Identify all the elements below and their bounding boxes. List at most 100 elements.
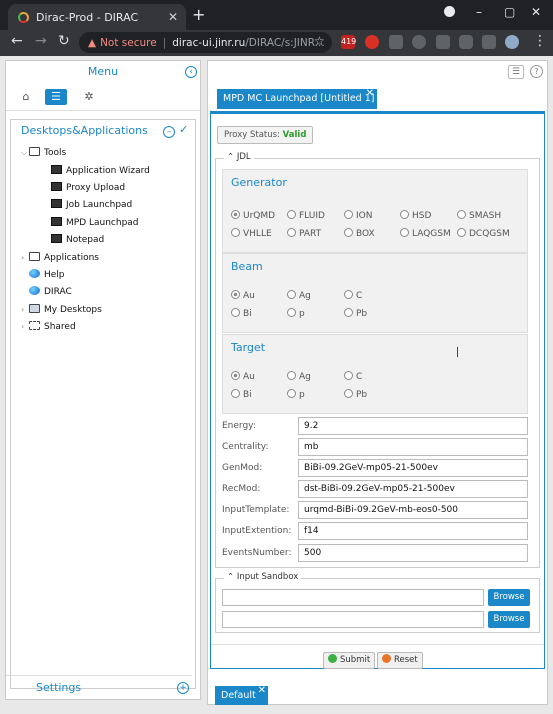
radio-beam-bi[interactable]: Bi [231,308,252,319]
tree-label: Proxy Upload [66,183,126,193]
collapsed-arrow-icon[interactable]: › [21,322,29,331]
collapsed-arrow-icon[interactable]: › [21,253,29,262]
list-options-icon[interactable]: ☰ [508,65,524,79]
radio-smash[interactable]: SMASH [457,210,501,221]
browser-toolbar: ← → ↻ ▲ Not secure | dirac-ui.jinr.ru /D… [0,30,553,56]
close-tab-icon[interactable]: ✕ [366,84,374,104]
window-maximize-button[interactable]: ▢ [504,5,515,19]
address-bar[interactable]: ▲ Not secure | dirac-ui.jinr.ru /DIRAC/s… [79,32,332,53]
proxy-status-button[interactable]: Proxy Status: Valid [217,126,314,144]
globe-icon [29,269,40,278]
radio-target-pb[interactable]: Pb [344,389,367,400]
jdl-legend[interactable]: ⌃ JDL [224,152,254,162]
radio-beam-au[interactable]: Au [231,290,255,301]
radio-target-p[interactable]: p [287,389,305,400]
desktop-tab-default[interactable]: Default ✕ [215,685,268,705]
radio-beam-pb[interactable]: Pb [344,308,367,319]
profile-avatar-icon[interactable] [505,35,519,49]
submit-button[interactable]: Submit [323,652,376,669]
tree-item-notepad[interactable]: Notepad [51,234,104,245]
adblock-extension-icon[interactable] [365,35,379,49]
energy-input[interactable]: 9.2 [298,417,528,435]
centrality-input[interactable]: mb [298,438,528,456]
recmod-input[interactable]: dst-BiBi-09.2GeV-mp05-21-500ev [298,480,528,498]
radio-vhlle[interactable]: VHLLE [231,228,272,239]
browse-button-2[interactable]: Browse [488,611,530,628]
tree-item-help[interactable]: Help [29,269,65,280]
keyboard-extension-icon[interactable] [436,35,450,49]
puzzle-extensions-icon[interactable] [482,35,496,49]
tree-item-my-desktops[interactable]: › My Desktops [21,304,102,315]
checkmark-icon[interactable]: ✓ [179,123,188,136]
radio-hsd[interactable]: HSD [400,210,431,221]
back-icon[interactable]: ← [11,33,23,49]
profile-dot-icon[interactable] [444,6,455,20]
clock-extension-icon[interactable] [412,35,426,49]
kebab-menu-icon[interactable]: ⋮ [533,33,547,49]
collapsed-arrow-icon[interactable]: › [21,305,29,314]
radio-target-bi[interactable]: Bi [231,389,252,400]
radio-target-au[interactable]: Au [231,371,255,382]
address-separator: | [162,36,167,49]
sandbox-file-input-1[interactable] [222,589,484,606]
radio-laqgsm[interactable]: LAQGSM [400,228,451,239]
radio-part[interactable]: PART [287,228,321,239]
radio-ion[interactable]: ION [344,210,372,221]
radio-fluid[interactable]: FLUID [287,210,325,221]
radio-target-c[interactable]: C [344,371,362,382]
window-minimize-button[interactable]: – [476,5,482,19]
tree-item-mpd-launchpad[interactable]: MPD Launchpad [51,217,139,228]
radio-icon [457,210,466,219]
help-icon[interactable]: ? [530,65,543,78]
tree-item-applications[interactable]: › Applications [21,252,99,263]
new-tab-button[interactable]: + [192,5,205,24]
terminal-icon [51,199,62,208]
menu-tabs: ⌂ ☰ ✲ [6,83,200,111]
browser-tab[interactable]: Dirac-Prod - DIRAC ✕ [8,4,186,30]
radio-beam-p[interactable]: p [287,308,305,319]
reset-button[interactable]: Reset [377,652,423,669]
tree-item-shared[interactable]: › Shared [21,321,76,332]
gear-icon[interactable]: ✲ [78,89,100,105]
tree-item-application-wizard[interactable]: Application Wizard [51,165,150,176]
input-sandbox-legend[interactable]: ⌃ Input Sandbox [224,572,302,582]
list-view-icon[interactable]: ☰ [45,89,67,105]
radio-selected-icon [231,210,240,219]
tab-mpd-launchpad[interactable]: MPD MC Launchpad [Untitled 1] ✕ [217,88,377,109]
radio-urqmd[interactable]: UrQMD [231,210,275,221]
minus-circle-icon[interactable]: – [163,126,175,138]
pocket-extension-icon[interactable] [459,35,473,49]
collapse-menu-icon[interactable]: ‹ [185,66,197,78]
bookmark-star-icon[interactable]: ☆ [314,34,325,48]
radio-target-ag[interactable]: Ag [287,371,311,382]
reload-icon[interactable]: ↻ [58,33,70,49]
settings-bar[interactable]: Settings + [6,675,192,699]
close-tab-icon[interactable]: ✕ [258,681,266,700]
camera-extension-icon[interactable] [389,35,403,49]
input-template-input[interactable]: urqmd-BiBi-09.2GeV-mb-eos0-500 [298,501,528,519]
radio-box[interactable]: BOX [344,228,375,239]
sandbox-file-input-2[interactable] [222,611,484,628]
radio-label: Bi [243,309,252,319]
tree-label: Applications [44,253,99,263]
plus-circle-icon[interactable]: + [177,682,189,694]
browse-button-1[interactable]: Browse [488,589,530,606]
tree-item-dirac[interactable]: DIRAC [29,286,72,297]
input-extention-input[interactable]: f14 [298,522,528,540]
tree-item-proxy-upload[interactable]: Proxy Upload [51,182,125,193]
window-close-button[interactable]: ✕ [531,5,541,19]
radio-label: SMASH [469,211,502,221]
radio-beam-ag[interactable]: Ag [287,290,311,301]
gmail-extension-icon[interactable]: 419 [341,35,356,49]
home-icon[interactable]: ⌂ [15,89,37,105]
tree-item-tools[interactable]: ⌵ Tools [21,147,66,158]
forward-icon[interactable]: → [35,33,47,49]
genmod-input[interactable]: BiBi-09.2GeV-mp05-21-500ev [298,459,528,477]
close-tab-icon[interactable]: ✕ [168,10,178,24]
radio-beam-c[interactable]: C [344,290,362,301]
tree-item-job-launchpad[interactable]: Job Launchpad [51,199,132,210]
target-section: Target Au Ag C Bi p Pb [222,334,528,414]
radio-dcqgsm[interactable]: DCQGSM [457,228,510,239]
expanded-arrow-icon[interactable]: ⌵ [21,148,29,158]
events-number-input[interactable]: 500 [298,544,528,562]
